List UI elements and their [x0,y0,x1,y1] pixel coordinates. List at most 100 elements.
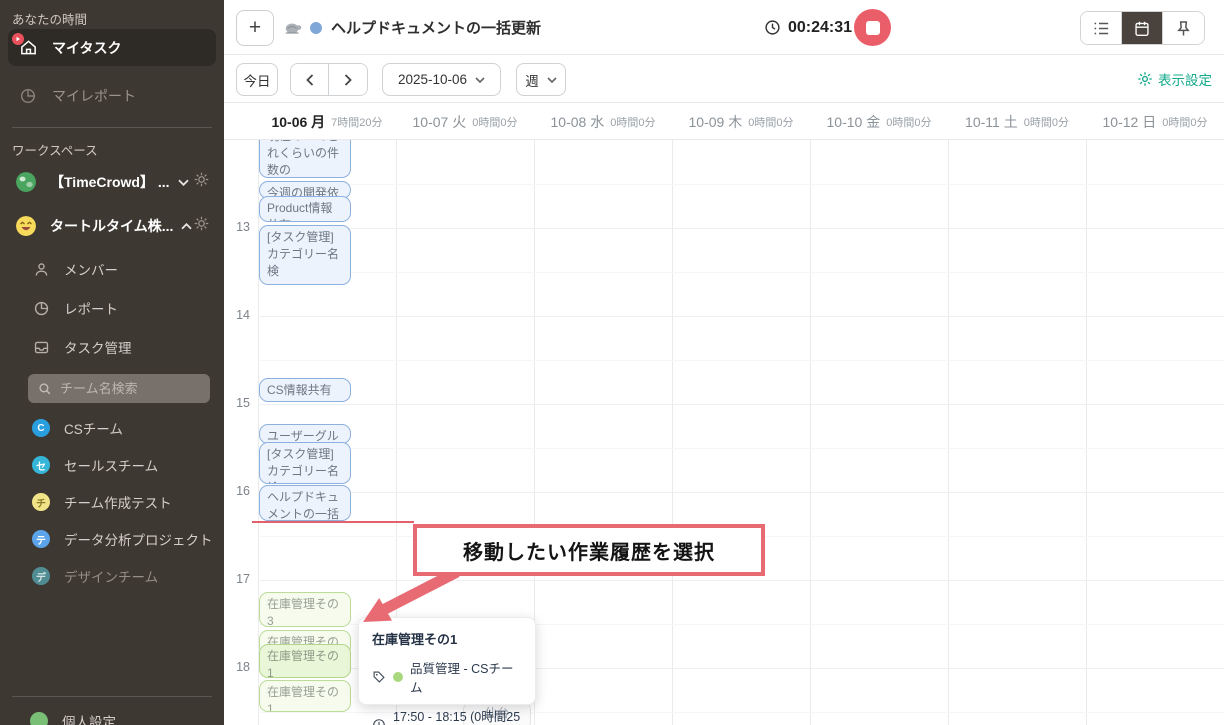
hour-label: 14 [224,308,250,322]
task-management-label: タスク管理 [64,337,132,357]
chevron-down-icon [475,77,485,83]
turtle-avatar-icon [284,21,302,35]
sidebar-item-my-task[interactable]: マイタスク [8,29,216,66]
inbox-icon [32,338,50,356]
my-task-label: マイタスク [52,38,121,58]
today-button[interactable]: 今日 [236,63,278,96]
list-view-button[interactable] [1081,12,1122,44]
day-date-label: 10-08 水 [551,112,605,132]
sidebar-item-members[interactable]: メンバー [24,254,216,284]
category-color-dot [393,672,403,682]
pin-view-button[interactable] [1163,12,1204,44]
day-header-row: 10-06 月7時間20分10-07 火0時間0分10-08 水0時間0分10-… [224,103,1224,140]
personal-settings-label: 個人設定 [62,711,116,725]
person-icon [32,260,50,278]
current-time-line [252,521,414,523]
day-header-cell[interactable]: 10-12 日0時間0分 [1086,103,1224,140]
calendar-event[interactable]: 在庫管理その3 [259,592,351,627]
sidebar-item-team[interactable]: デデザインチーム [24,561,216,591]
calendar-event[interactable]: 在庫管理その1 [259,644,351,678]
prev-next-group [290,63,368,96]
chevron-down-icon[interactable] [178,173,189,191]
sidebar-item-team[interactable]: チチーム作成テスト [24,487,216,517]
grid-half-hour-line [258,272,1224,273]
grid-hour-line [258,404,1224,405]
day-duration-label: 0時間0分 [748,114,793,130]
hour-label: 18 [224,660,250,674]
day-header-cell[interactable]: 10-06 月7時間20分 [258,103,396,140]
day-duration-label: 0時間0分 [610,114,655,130]
day-header-cell[interactable]: 10-08 水 0時間0分 [534,103,672,140]
calendar-event[interactable]: 在庫管理その1 [259,680,351,712]
team-search-box [28,374,210,403]
sidebar-item-my-report[interactable]: マイレポート [8,80,216,112]
tooltip-category-row: 品質管理 - CSチーム [372,658,522,696]
sidebar-workspace-turtle-time[interactable]: タートルタイム株... [8,210,216,242]
gear-icon[interactable] [193,171,210,193]
day-header-cell[interactable]: 10-09 木0時間0分 [672,103,810,140]
display-settings-button[interactable]: 表示設定 [1137,55,1212,103]
day-header-cell[interactable]: 10-07 火0時間0分 [396,103,534,140]
members-label: メンバー [64,259,118,279]
tag-icon [372,670,386,684]
recording-play-badge-icon [12,33,24,45]
calendar-event[interactable]: CS情報共有 [259,378,351,402]
timer: 00:24:31 [764,0,852,55]
calendar-view-button[interactable] [1122,12,1163,44]
calendar-event[interactable]: [タスク管理] カテゴリー名検 [259,442,351,484]
sidebar: あなたの時間 マイタスク マイレポート ワークスペース 【TimeCrowd】 … [0,0,224,725]
team-avatar: チ [32,493,50,511]
hour-label: 13 [224,220,250,234]
calendar-event[interactable]: [タスク管理] カテゴリー名検 [259,225,351,285]
calendar-event[interactable]: Product情報共有 [259,196,351,222]
grid-half-hour-line [258,448,1224,449]
hour-label: 17 [224,572,250,586]
stop-timer-button[interactable] [854,9,891,46]
your-time-section-label: あなたの時間 [12,9,87,28]
report-label: レポート [64,298,118,318]
calendar-event[interactable]: 現在のUIでどれくらいの件数の [259,140,351,178]
workspace-avatar-laughing-face [16,216,36,236]
task-title: ヘルプドキュメントの一括更新 [331,17,541,38]
event-tooltip: 在庫管理その1 品質管理 - CSチーム 17:50 - 18:15 (0時間2… [358,617,536,705]
timer-value: 00:24:31 [788,19,852,37]
day-date-label: 10-11 土 [965,112,1018,132]
calendar-event[interactable]: ヘルプドキュメントの一括更新 [259,485,351,521]
sidebar-item-team[interactable]: CCSチーム [24,413,216,443]
chevron-up-icon[interactable] [181,217,192,235]
day-date-label: 10-06 月 [271,112,325,132]
sidebar-workspace-timecrowd[interactable]: 【TimeCrowd】 ... [8,166,216,198]
sidebar-item-task-management[interactable]: タスク管理 [24,332,216,362]
view-unit-button[interactable]: 週 [516,63,566,96]
calendar-event[interactable]: ユーザーグルー [259,424,351,444]
grid-hour-line [258,316,1224,317]
add-task-button[interactable]: + [236,10,274,46]
next-week-button[interactable] [329,64,367,95]
team-label: CSチーム [64,418,123,438]
day-header-cell[interactable]: 10-11 土0時間0分 [948,103,1086,140]
day-header-cell[interactable]: 10-10 金0時間0分 [810,103,948,140]
main-area: + ヘルプドキュメントの一括更新 00:24:31 [224,0,1224,725]
day-duration-label: 0時間0分 [886,114,931,130]
gear-icon[interactable] [193,215,210,237]
display-settings-label: 表示設定 [1158,69,1212,89]
prev-week-button[interactable] [291,64,329,95]
date-picker-button[interactable]: 2025-10-06 [382,63,501,96]
sidebar-divider [12,127,212,128]
team-label: チーム作成テスト [64,492,172,512]
workspace-name: タートルタイム株... [50,216,173,236]
clock-icon [764,19,781,36]
view-unit-value: 週 [525,70,539,90]
sidebar-item-report[interactable]: レポート [24,293,216,323]
view-toggle-group [1080,11,1205,45]
day-date-label: 10-12 日 [1103,112,1157,132]
personal-settings-avatar [30,712,48,725]
sidebar-divider [12,696,212,697]
sidebar-item-team[interactable]: テデータ分析プロジェクト [24,524,216,554]
team-search-input[interactable] [60,381,190,396]
clock-icon [372,718,386,725]
topbar: + ヘルプドキュメントの一括更新 00:24:31 [224,0,1224,55]
sidebar-item-personal-settings[interactable]: 個人設定 [24,706,216,725]
sidebar-item-team[interactable]: セセールスチーム [24,450,216,480]
tooltip-time: 17:50 - 18:15 (0時間25分) [393,706,522,725]
